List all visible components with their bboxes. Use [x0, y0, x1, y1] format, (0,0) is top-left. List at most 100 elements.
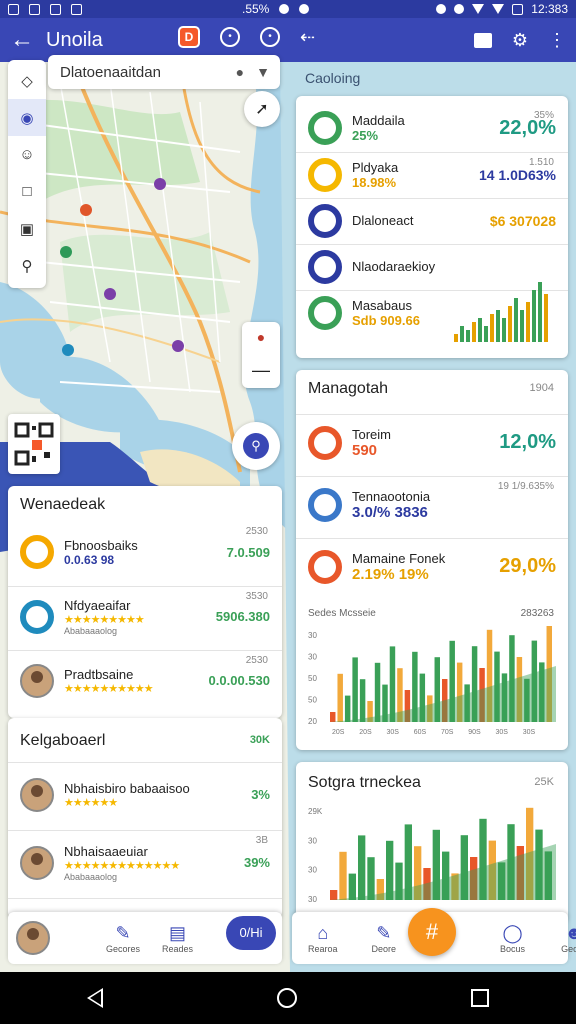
x-tick-label: 30S — [496, 729, 509, 736]
nav-item-label: Geoks — [561, 943, 576, 954]
calendar-icon[interactable] — [473, 32, 492, 48]
record-icon — [279, 4, 290, 14]
settings-dial-icon[interactable]: • — [220, 27, 240, 47]
compass-icon: ➚ — [255, 101, 269, 118]
metric-value: 12,0% — [499, 431, 556, 453]
bar — [359, 679, 366, 722]
list-item-value: 39% — [243, 855, 270, 870]
card-title-small: 1904 — [529, 382, 554, 394]
help-circle-icon[interactable]: • — [260, 27, 280, 47]
frame-tool-icon[interactable]: □ — [8, 173, 46, 210]
list-item[interactable]: Fbnoosbaiks 0.0.63 98 7.0.509 2530 — [8, 522, 282, 582]
weekly-card: Wenaedeak Fbnoosbaiks 0.0.63 98 7.0.509 253… — [8, 486, 282, 718]
nav-item-home[interactable]: ⌂ Rearoa — [308, 923, 338, 954]
metric-row[interactable]: Toreim 590 12,0% — [296, 414, 568, 470]
list-item[interactable]: Nfdyaeaifar ★★★★★★★★★ Ababaaaolog 5906.380 3… — [8, 586, 282, 646]
recents-icon[interactable] — [471, 989, 489, 1007]
back-icon[interactable] — [87, 988, 103, 1008]
nav-item-shield[interactable]: ◯ Bocus — [500, 923, 525, 954]
list-item[interactable]: Nbhaisbiro babaaisoo ★★★★★★ 3% — [8, 762, 282, 826]
zoom-out-icon[interactable]: — — [252, 360, 270, 381]
metric-row[interactable]: Maddaila 25% 22,0% 35% — [296, 106, 568, 150]
voice-icon[interactable]: ▼ — [256, 64, 270, 80]
spark-bar — [460, 326, 464, 342]
spark-bar — [484, 326, 488, 342]
my-location-button[interactable]: ⚲ — [232, 422, 280, 470]
nav-item[interactable]: ▤ Reades — [162, 923, 193, 954]
overflow-menu-icon[interactable]: ⋮ — [548, 30, 566, 51]
y-tick-label: 30 — [308, 866, 317, 875]
metric-title: Pldyaka — [352, 159, 399, 175]
compass-button[interactable]: ➚ — [244, 91, 280, 127]
status-bar: .55% 12:383 — [0, 0, 576, 18]
share-arrow-icon[interactable]: ⇠ — [300, 27, 315, 48]
x-tick-label: 60S — [414, 729, 427, 736]
card-title-small: 30K — [249, 734, 270, 746]
nav-item-edit[interactable]: ✎ Deore — [372, 923, 397, 954]
list-item-small: 3B — [255, 835, 268, 846]
metric-row[interactable]: Dlaloneact $6 307028 — [296, 198, 568, 242]
map-search-bar[interactable]: Dlatoenaaitdan ● ▼ — [48, 55, 280, 89]
rating-caption: Ababaaaolog — [64, 871, 118, 882]
metric-ring-icon — [308, 425, 342, 460]
metric-ring-icon — [308, 111, 342, 145]
star-rating: ★★★★★★ — [64, 796, 118, 809]
metric-title: Maddaila — [352, 113, 405, 128]
section-label: Caoloing — [305, 70, 361, 86]
list-item[interactable]: Pradtbsaine ★★★★★★★★★★ 0.0.00.530 2530 — [8, 650, 282, 710]
spark-bar — [520, 310, 524, 342]
metric-text: Tennaootonia 3.0/% 3836 — [352, 489, 556, 521]
back-arrow-icon[interactable]: ← — [10, 26, 40, 54]
gear-icon[interactable]: ⚙ — [512, 30, 528, 51]
list-item[interactable]: Nbhaisaaeuiar ★★★★★★★★★★★★★ Ababaaaolog 39%… — [8, 830, 282, 894]
signal-icon — [492, 4, 505, 14]
metric-text: Toreim 590 — [352, 427, 499, 459]
user-location-tool-icon[interactable]: ◉ — [8, 99, 46, 136]
list-item-subvalue: 0.0.63 98 — [64, 552, 115, 567]
bar — [330, 712, 336, 722]
spark-bar — [466, 330, 470, 342]
microphone-icon[interactable]: ● — [236, 64, 244, 80]
zoom-control[interactable]: ● — — [242, 322, 280, 388]
status-right: 12:383 — [436, 2, 568, 16]
vibrate-icon — [454, 4, 465, 14]
chat-pill-button[interactable]: 0/Hi — [226, 916, 276, 950]
chat-tool-icon[interactable]: ☺ — [8, 136, 46, 173]
list-item-text: Pradtbsaine ★★★★★★★★★★ — [64, 667, 209, 695]
spark-bar — [502, 318, 506, 342]
layers-tool-icon[interactable]: ◇ — [8, 62, 46, 99]
list-item-title: Fbnoosbaiks — [64, 537, 138, 553]
app-bar-actions: ⚙ ⋮ — [473, 30, 566, 51]
search-input[interactable]: Dlatoenaaitdan — [60, 64, 224, 81]
record-icon — [299, 4, 310, 14]
list-item-value: 0.0.00.530 — [208, 673, 270, 688]
metric-row[interactable]: Tennaootonia 3.0/% 3836 19 1/9.635% — [296, 476, 568, 532]
zoom-in-icon[interactable]: ● — [257, 329, 265, 345]
card-title: Wenaedeak — [20, 496, 106, 513]
nav-item-profile[interactable]: ☻Geoks — [561, 923, 576, 954]
home-button-icon[interactable] — [277, 988, 297, 1008]
metric-subvalue: 3.0/% 3836 — [352, 503, 428, 521]
location-pin-icon: ⚲ — [243, 433, 269, 459]
star-rating: ★★★★★★★★★★★★★ — [64, 859, 180, 872]
qr-code-button[interactable] — [8, 414, 60, 474]
hash-icon: # — [425, 919, 439, 944]
edit-icon: ✎ — [376, 922, 392, 943]
y-tick-label: 20 — [308, 717, 317, 726]
pin-tool-icon[interactable]: ⚲ — [8, 247, 46, 284]
nav-item[interactable]: ✎ Gecores — [106, 923, 140, 954]
home-icon: ⌂ — [317, 922, 329, 943]
nav-item-label: Reades — [162, 943, 194, 954]
add-fab-button[interactable]: # — [408, 908, 456, 956]
shield-badge-icon[interactable]: D — [178, 26, 200, 48]
avatar — [20, 663, 54, 698]
photo-tool-icon[interactable]: ▣ — [8, 210, 46, 247]
alarm-icon — [436, 4, 447, 14]
list-item-value: 5906.380 — [215, 609, 270, 624]
metric-value: $6 307028 — [489, 212, 556, 229]
avatar[interactable] — [16, 921, 50, 955]
metric-row[interactable]: Mamaine Fonek 2.19% 19% 29,0% — [296, 538, 568, 594]
card-title: Kelgaboaerl — [20, 732, 106, 749]
list-item-text: Nfdyaeaifar ★★★★★★★★★ Ababaaaolog — [64, 598, 216, 636]
metric-row[interactable]: Pldyaka 18.98% 14 1.0D63% 1.510 — [296, 152, 568, 196]
